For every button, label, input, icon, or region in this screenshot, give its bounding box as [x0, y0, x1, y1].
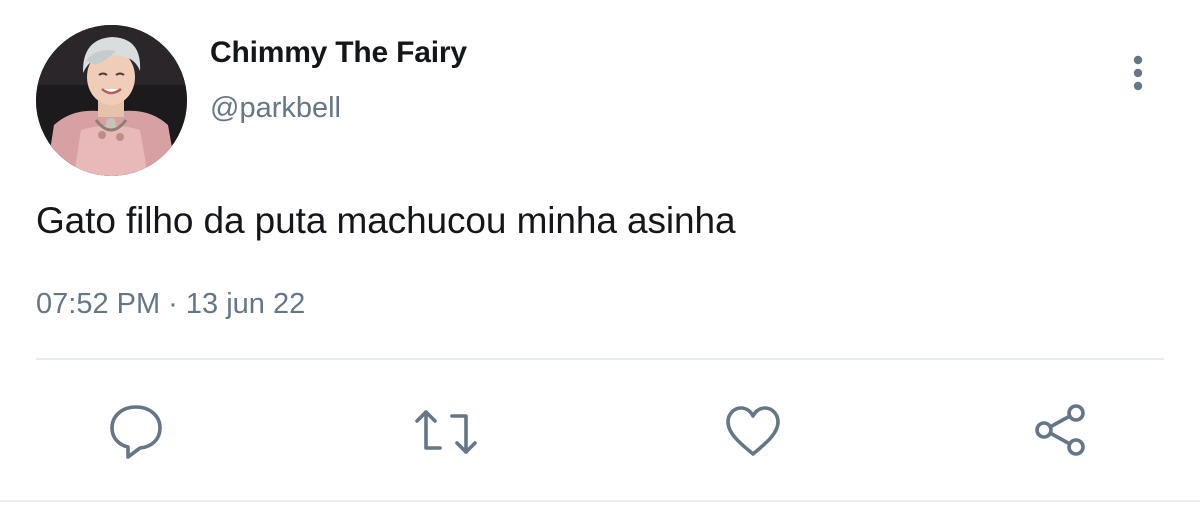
author-display-name[interactable]: Chimmy The Fairy — [210, 36, 467, 70]
reply-icon — [110, 405, 162, 459]
divider — [36, 358, 1164, 360]
heart-icon — [726, 406, 780, 456]
more-options-button[interactable] — [1118, 50, 1158, 96]
author-handle[interactable]: @parkbell — [210, 92, 341, 125]
avatar[interactable] — [36, 25, 187, 176]
more-vertical-icon — [1133, 55, 1143, 91]
avatar-image — [36, 25, 187, 176]
retweet-icon — [415, 410, 477, 454]
reply-button[interactable] — [106, 402, 166, 462]
tweet-text: Gato filho da puta machucou minha asinha — [36, 200, 736, 241]
share-button[interactable] — [1032, 402, 1092, 462]
retweet-button[interactable] — [414, 402, 477, 462]
like-button[interactable] — [723, 402, 783, 462]
share-icon — [1035, 404, 1085, 456]
bottom-divider — [0, 500, 1200, 502]
tweet-timestamp[interactable]: 07:52 PM · 13 jun 22 — [36, 288, 305, 321]
tweet-card: Chimmy The Fairy @parkbell Gato filho da… — [0, 0, 1200, 519]
